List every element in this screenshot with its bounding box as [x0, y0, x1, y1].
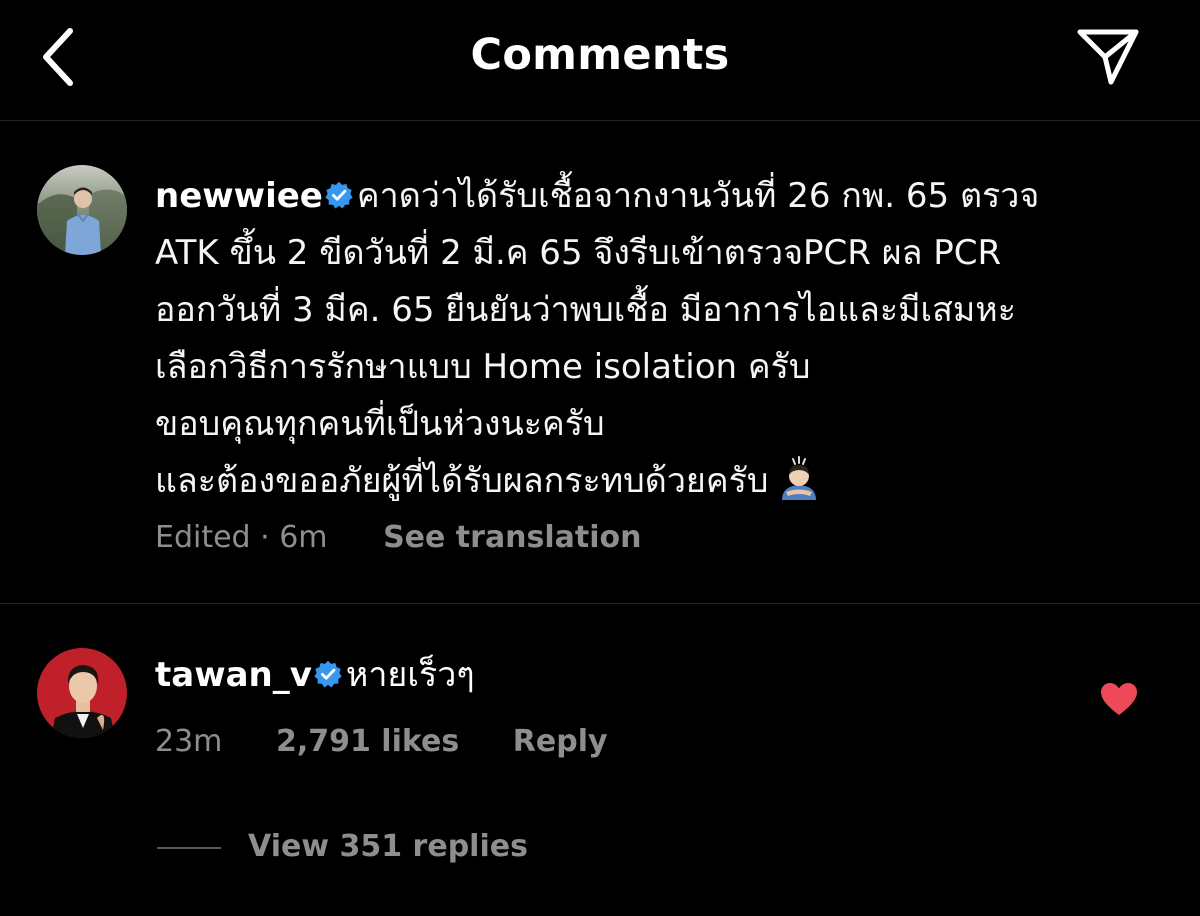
- verified-badge-icon: [325, 181, 353, 209]
- person-bowing-emoji-icon: [782, 456, 817, 500]
- comment-username[interactable]: tawan_v: [155, 655, 312, 695]
- caption-text-4: เลือกวิธีการรักษาแบบ Home isolation ครับ: [155, 347, 811, 387]
- view-replies-button[interactable]: View 351 replies: [248, 829, 528, 864]
- comment-time: 23m: [155, 724, 223, 759]
- caption-line-6: และต้องขออภัยผู้ที่ได้รับผลกระทบด้วยครับ: [155, 453, 1155, 510]
- comment-text: หายเร็วๆ: [345, 655, 475, 695]
- caption-text-1: คาดว่าได้รับเชื้อจากงานวันที่ 26 กพ. 65 …: [356, 176, 1040, 216]
- send-icon: [1077, 29, 1139, 85]
- caption-text-6: และต้องขออภัยผู้ที่ได้รับผลกระทบด้วยครับ: [155, 461, 769, 501]
- view-replies-row: View 351 replies: [248, 829, 528, 864]
- avatar-image: [37, 648, 127, 738]
- avatar-image: [37, 165, 127, 255]
- heart-icon[interactable]: [1100, 682, 1138, 716]
- comment: tawan_v หายเร็วๆ: [155, 647, 475, 704]
- likes-count[interactable]: 2,791 likes: [276, 724, 459, 759]
- comment-meta: 23m 2,791 likes Reply: [155, 724, 608, 759]
- replies-divider-line: [157, 847, 221, 849]
- header-divider: [0, 120, 1200, 121]
- header: Comments: [0, 0, 1200, 120]
- caption-text-5: ขอบคุณทุกคนที่เป็นห่วงนะครับ: [155, 404, 605, 444]
- verified-badge-icon: [314, 660, 342, 688]
- caption-line-1: newwiee คาดว่าได้รับเชื้อจากงานวันที่ 26 …: [155, 168, 1155, 225]
- avatar-tawan-v[interactable]: [37, 648, 127, 738]
- caption-text-2: ATK ขึ้น 2 ขีดวันที่ 2 มี.ค 65 จึงรีบเข้…: [155, 233, 1002, 273]
- caption-meta: Edited · 6m See translation: [155, 520, 642, 555]
- see-translation-link[interactable]: See translation: [383, 520, 641, 555]
- page-title: Comments: [470, 30, 730, 80]
- reply-button[interactable]: Reply: [513, 724, 608, 759]
- caption-divider: [0, 603, 1200, 604]
- avatar-newwiee[interactable]: [37, 165, 127, 255]
- caption-edited-time: Edited · 6m: [155, 520, 328, 555]
- share-button[interactable]: [1068, 22, 1148, 92]
- caption: newwiee คาดว่าได้รับเชื้อจากงานวันที่ 26 …: [155, 168, 1155, 510]
- caption-text-3: ออกวันที่ 3 มีค. 65 ยืนยันว่าพบเชื้อ มีอ…: [155, 290, 1016, 330]
- caption-username[interactable]: newwiee: [155, 176, 323, 216]
